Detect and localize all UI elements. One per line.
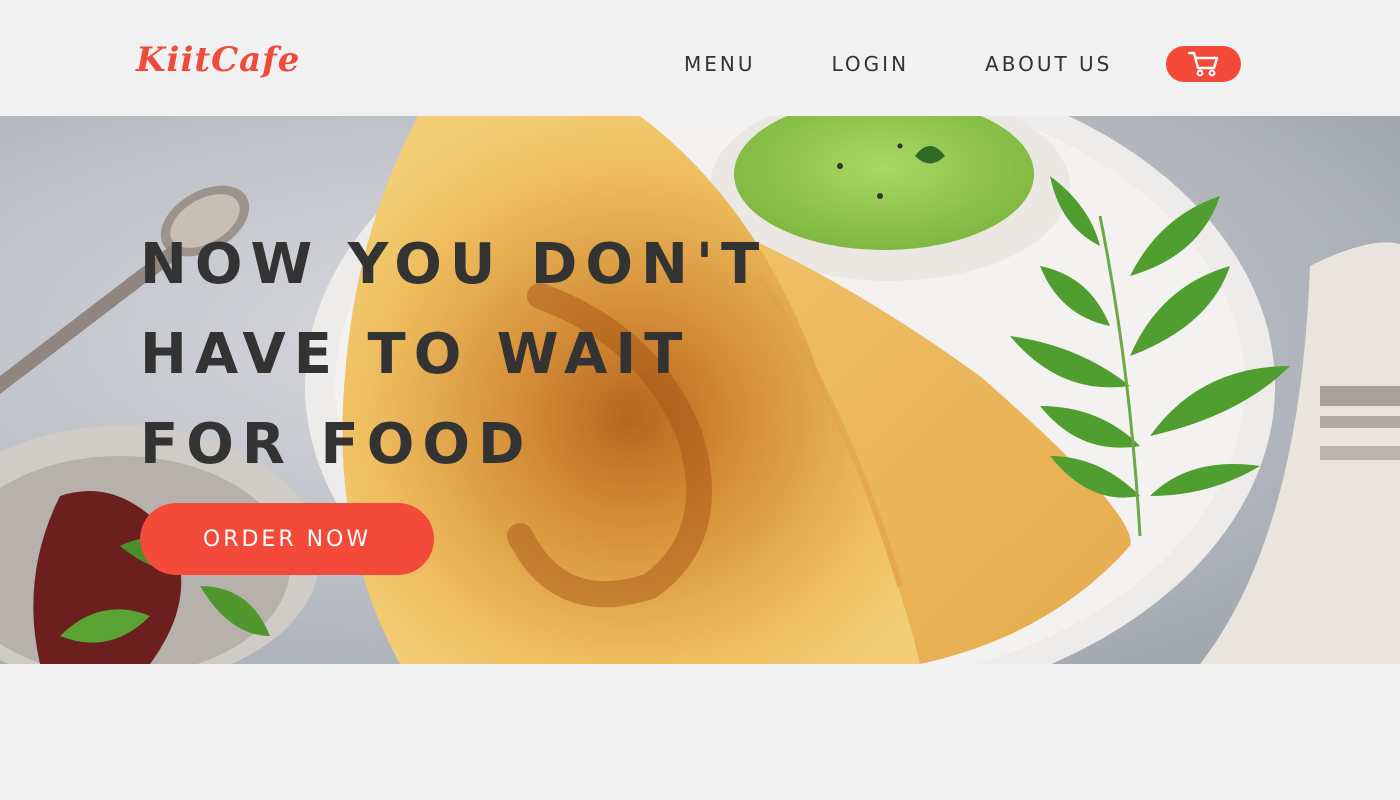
- headline-line-2: HAVE TO WAIT: [140, 322, 691, 387]
- site-header: KiitCafe MENU LOGIN ABOUT US: [0, 0, 1400, 116]
- nav-item-about-us[interactable]: ABOUT US: [985, 52, 1112, 76]
- nav-item-menu[interactable]: MENU: [684, 52, 756, 76]
- cart-icon: [1187, 51, 1218, 77]
- landing-page: KiitCafe MENU LOGIN ABOUT US NOW YOU DON…: [0, 0, 1400, 800]
- nav-item-login[interactable]: LOGIN: [832, 52, 910, 76]
- headline-line-1: NOW YOU DON'T: [140, 232, 768, 297]
- hero-headline: NOW YOU DON'T HAVE TO WAIT FOR FOOD: [140, 220, 800, 490]
- page-bottom-area: [0, 664, 1400, 800]
- headline-line-3: FOR FOOD: [140, 412, 533, 477]
- main-nav: MENU LOGIN ABOUT US: [684, 50, 1112, 78]
- logo[interactable]: KiitCafe: [136, 40, 300, 80]
- cart-button[interactable]: [1166, 46, 1241, 82]
- hero-section: NOW YOU DON'T HAVE TO WAIT FOR FOOD ORDE…: [0, 116, 1400, 664]
- order-now-button[interactable]: ORDER NOW: [140, 503, 434, 575]
